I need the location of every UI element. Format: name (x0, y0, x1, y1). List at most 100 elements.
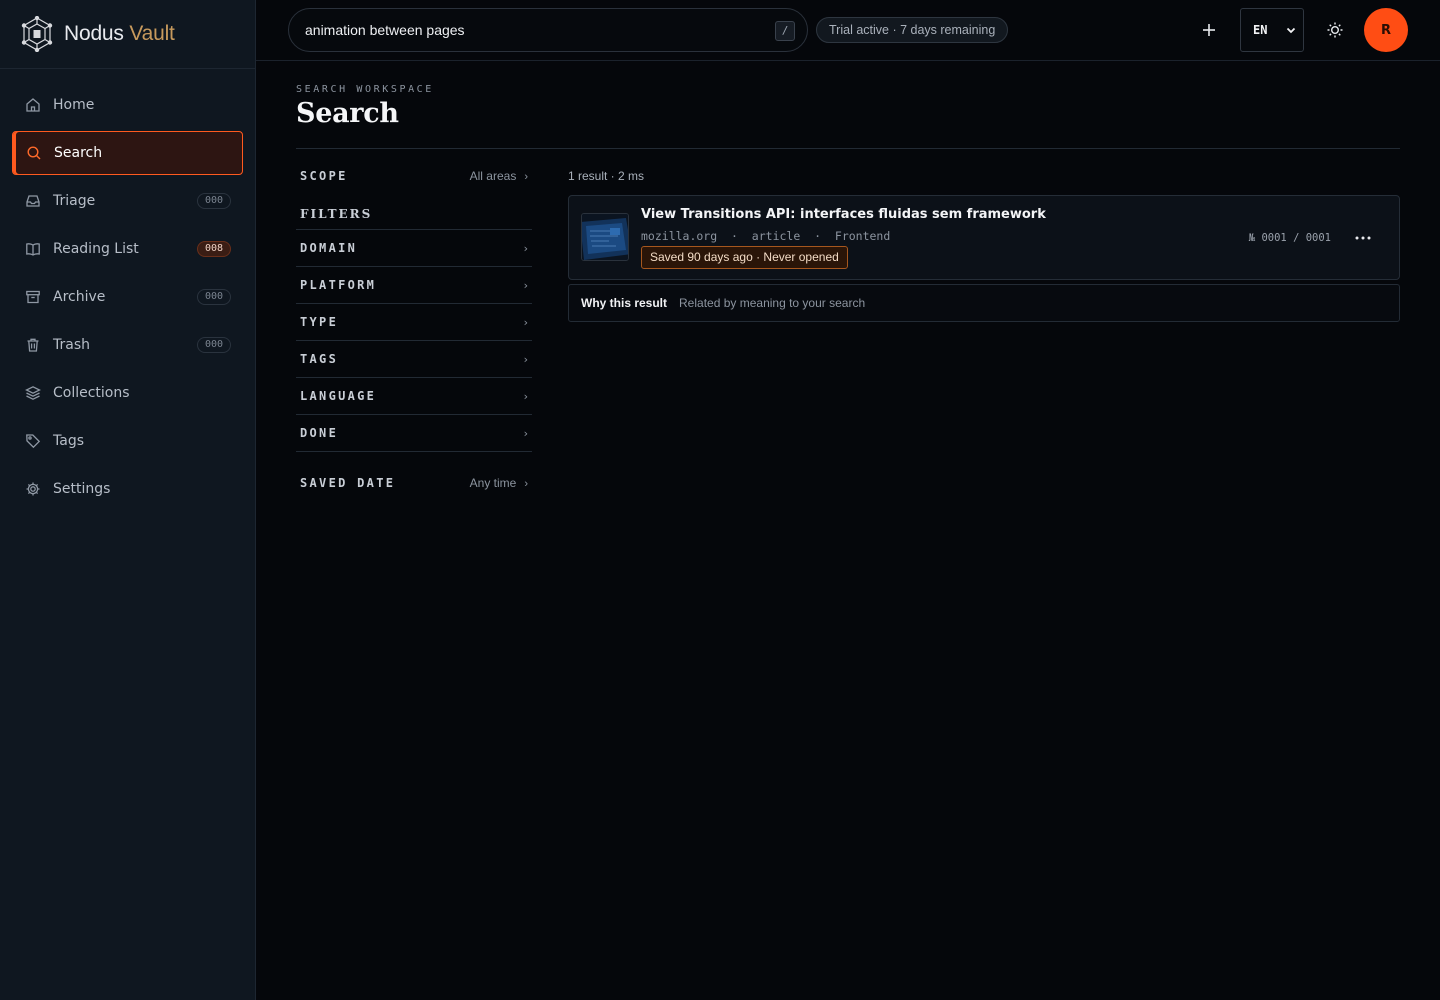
gear-icon (24, 481, 41, 498)
count-badge: 000 (196, 337, 231, 353)
tag-icon (24, 433, 41, 450)
sidebar-item-reading-list[interactable]: Reading List 008 (12, 227, 243, 271)
book-icon (24, 241, 41, 258)
filter-tags[interactable]: TAGS › (296, 341, 532, 378)
result-category: Frontend (834, 229, 891, 243)
result-card[interactable]: View Transitions API: interfaces fluidas… (568, 195, 1400, 280)
count-badge: 000 (196, 193, 231, 209)
scope-value: All areas (469, 169, 517, 183)
chevron-right-icon: › (524, 171, 528, 183)
sidebar-item-label: Settings (53, 481, 111, 497)
sidebar-item-label: Tags (53, 433, 84, 449)
language-select[interactable]: EN (1240, 8, 1304, 52)
article-preview-image (582, 214, 628, 260)
sidebar-item-archive[interactable]: Archive 000 (12, 275, 243, 319)
home-icon (24, 97, 41, 114)
filter-type[interactable]: TYPE › (296, 304, 532, 341)
sidebar-item-label: Triage (53, 193, 96, 209)
scope-label: SCOPE (300, 169, 348, 183)
sidebar-item-home[interactable]: Home (12, 83, 243, 127)
chevron-right-icon: › (524, 477, 528, 490)
count-badge: 000 (196, 289, 231, 305)
sidebar-nav: Home Search Triage 000 Reading List 008 … (12, 83, 243, 515)
chevron-right-icon: › (523, 352, 528, 366)
result-title[interactable]: View Transitions API: interfaces fluidas… (641, 207, 1046, 222)
search-input[interactable] (305, 9, 765, 51)
filter-domain[interactable]: DOMAIN › (296, 230, 532, 267)
sun-icon (1327, 22, 1343, 38)
filter-label: DOMAIN (300, 241, 358, 255)
plus-icon (1203, 24, 1215, 36)
filter-platform[interactable]: PLATFORM › (296, 267, 532, 304)
brand-word-2: Vault (129, 22, 175, 45)
results-meta: 1 result · 2 ms (568, 169, 645, 183)
chevron-right-icon: › (523, 426, 528, 440)
header-divider (296, 148, 1400, 149)
layers-icon (24, 385, 41, 402)
inbox-icon (24, 193, 41, 210)
sidebar-item-label: Reading List (53, 241, 139, 257)
trial-status-badge: Trial active · 7 days remaining (816, 17, 1009, 43)
filter-label: LANGUAGE (300, 389, 377, 403)
avatar[interactable]: R (1364, 8, 1408, 52)
filter-done[interactable]: DONE › (296, 415, 532, 452)
filters-heading: FILTERS (296, 207, 532, 230)
vault-logo-icon (21, 16, 53, 52)
global-search: / (288, 8, 808, 52)
sidebar-item-triage[interactable]: Triage 000 (12, 179, 243, 223)
filter-label: TAGS (300, 352, 339, 366)
main-content: SEARCH WORKSPACE Search SCOPE All areas ›… (296, 61, 1400, 490)
chevron-down-icon (1286, 27, 1296, 34)
saved-date-value: Any time (469, 475, 517, 490)
chevron-right-icon: › (523, 278, 528, 292)
theme-toggle-button[interactable] (1322, 17, 1348, 43)
sidebar-item-settings[interactable]: Settings (12, 467, 243, 511)
page-title: Search (296, 98, 399, 129)
chevron-right-icon: › (523, 241, 528, 255)
add-item-button[interactable] (1196, 17, 1222, 43)
sidebar-item-search[interactable]: Search (12, 131, 243, 175)
sidebar-item-label: Archive (53, 289, 106, 305)
page-eyebrow: SEARCH WORKSPACE (296, 84, 434, 95)
sidebar-item-label: Home (53, 97, 95, 113)
why-label: Why this result (581, 296, 668, 310)
filter-panel: SCOPE All areas › FILTERS DOMAIN › PLATFO… (296, 157, 532, 501)
result-domain: mozilla.org (641, 229, 718, 243)
archive-icon (24, 289, 41, 306)
saved-status-badge: Saved 90 days ago · Never opened (641, 246, 848, 269)
scope-selector[interactable]: SCOPE All areas › (296, 157, 532, 195)
filter-label: DONE (300, 426, 339, 440)
sidebar-item-label: Trash (53, 337, 90, 353)
filter-language[interactable]: LANGUAGE › (296, 378, 532, 415)
sidebar-item-collections[interactable]: Collections (12, 371, 243, 415)
topbar: / Trial active · 7 days remaining EN R (256, 0, 1440, 61)
scope-value-wrap: All areas › (470, 169, 528, 183)
saved-date-value-wrap: Any time › (470, 476, 528, 490)
sidebar-item-label: Collections (53, 385, 130, 401)
language-value: EN (1253, 23, 1268, 37)
results-panel: 1 result · 2 ms View Transitions API: in… (568, 157, 1400, 322)
trash-icon (24, 337, 41, 354)
brand[interactable]: Nodus Vault (0, 0, 255, 69)
sidebar: Nodus Vault Home Search Triage 000 Readi… (0, 0, 256, 1000)
sidebar-item-label: Search (54, 145, 103, 161)
saved-date-label: SAVED DATE (300, 475, 396, 490)
why-text: Related by meaning to your search (679, 296, 866, 310)
result-type: article (751, 229, 801, 243)
search-icon (25, 145, 42, 162)
saved-date-selector[interactable]: SAVED DATE Any time › (296, 464, 532, 501)
count-badge: 008 (196, 241, 231, 257)
result-index: № 0001 / 0001 (1248, 232, 1331, 244)
shortcut-hint: / (775, 21, 795, 41)
sidebar-item-trash[interactable]: Trash 000 (12, 323, 243, 367)
brand-name: Nodus Vault (64, 22, 175, 46)
more-horizontal-icon (1355, 236, 1371, 240)
chevron-right-icon: › (523, 315, 528, 329)
app-root: Nodus Vault Home Search Triage 000 Readi… (0, 0, 1440, 1000)
filter-label: TYPE (300, 315, 339, 329)
brand-word-1: Nodus (64, 22, 124, 45)
chevron-right-icon: › (523, 389, 528, 403)
sidebar-item-tags[interactable]: Tags (12, 419, 243, 463)
result-more-button[interactable] (1351, 226, 1375, 250)
why-this-result: Why this result Related by meaning to yo… (568, 284, 1400, 322)
